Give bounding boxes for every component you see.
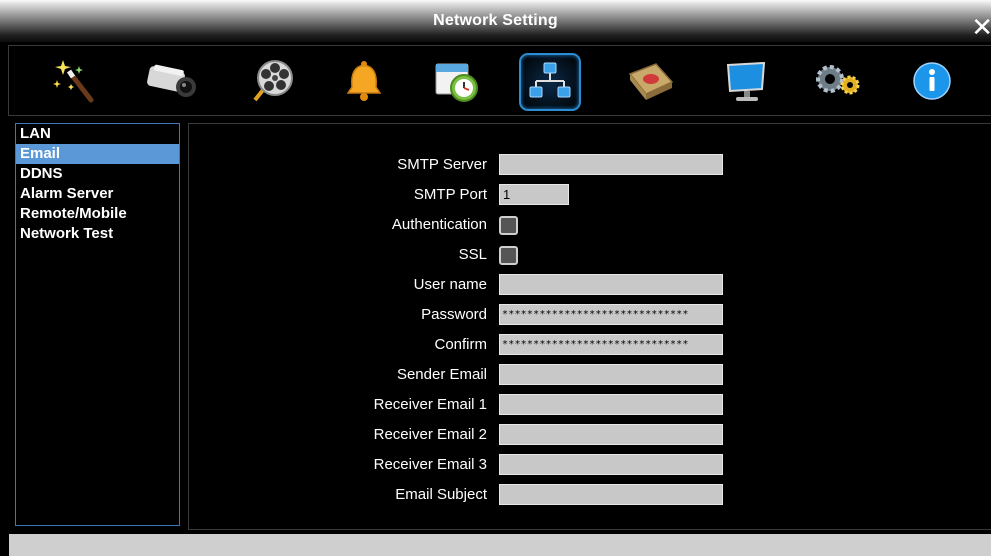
wizard-wand-icon[interactable]: [44, 53, 104, 109]
authentication-label: Authentication: [391, 216, 487, 233]
close-icon[interactable]: ✕: [971, 14, 991, 40]
password-input[interactable]: ******************************: [499, 304, 723, 325]
hard-disk-icon[interactable]: [621, 53, 681, 109]
sidebar-item-ddns[interactable]: DDNS: [16, 164, 179, 184]
receiver-email-3-label: Receiver Email 3: [373, 456, 487, 473]
receiver-email-1-label: Receiver Email 1: [373, 396, 487, 413]
sidebar-item-alarm-server[interactable]: Alarm Server: [16, 184, 179, 204]
info-icon[interactable]: [902, 53, 962, 109]
ssl-label: SSL: [458, 246, 487, 263]
receiver-email-1-input[interactable]: [499, 394, 723, 415]
user-name-input[interactable]: [499, 274, 723, 295]
smtp-port-input[interactable]: 1: [499, 184, 569, 205]
email-subject-label: Email Subject: [395, 486, 487, 503]
authentication-checkbox[interactable]: [499, 216, 518, 235]
confirm-password-input[interactable]: ******************************: [499, 334, 723, 355]
user-name-label: User name: [413, 276, 487, 293]
sender-email-input[interactable]: [499, 364, 723, 385]
sidebar-item-lan[interactable]: LAN: [16, 124, 179, 144]
sidebar-item-email[interactable]: Email: [16, 144, 179, 164]
smtp-port-label: SMTP Port: [413, 186, 487, 203]
network-icon[interactable]: [519, 53, 581, 111]
confirm-label: Confirm: [434, 336, 487, 353]
receiver-email-3-input[interactable]: [499, 454, 723, 475]
password-label: Password: [421, 306, 487, 323]
title-bar: Network Setting ✕: [0, 0, 991, 42]
camera-icon[interactable]: [142, 53, 202, 109]
monitor-icon[interactable]: [717, 53, 777, 109]
ssl-checkbox[interactable]: [499, 246, 518, 265]
sender-email-label: Sender Email: [396, 366, 487, 383]
sidebar-menu: LAN Email DDNS Alarm Server Remote/Mobil…: [15, 123, 180, 526]
schedule-clock-icon[interactable]: [427, 53, 487, 109]
alarm-bell-icon[interactable]: [334, 53, 394, 109]
sidebar-item-remote-mobile[interactable]: Remote/Mobile: [16, 204, 179, 224]
smtp-server-label: SMTP Server: [397, 156, 487, 173]
sidebar-item-network-test[interactable]: Network Test: [16, 224, 179, 244]
email-subject-input[interactable]: [499, 484, 723, 505]
email-settings-panel: SMTP Server SMTP Port 1 Authentication S…: [188, 123, 991, 530]
main-toolbar: [8, 45, 991, 116]
receiver-email-2-label: Receiver Email 2: [373, 426, 487, 443]
smtp-server-input[interactable]: [499, 154, 723, 175]
window-title: Network Setting: [433, 12, 558, 29]
film-reel-icon[interactable]: [242, 53, 302, 109]
system-gears-icon[interactable]: [809, 53, 869, 109]
receiver-email-2-input[interactable]: [499, 424, 723, 445]
